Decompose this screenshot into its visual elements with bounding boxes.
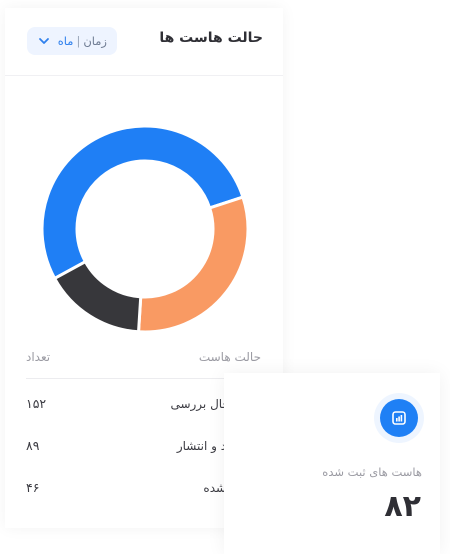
registered-hosts-card: هاست های ثبت شده ۸۲ bbox=[224, 373, 440, 554]
column-header-count: تعداد bbox=[26, 350, 51, 364]
status-count: ۴۶ bbox=[26, 480, 40, 495]
status-count: ۸۹ bbox=[26, 438, 40, 453]
chart-icon bbox=[380, 399, 418, 437]
time-filter-text: زمان|ماه bbox=[58, 34, 107, 48]
donut-slice bbox=[137, 195, 250, 334]
stat-label: هاست های ثبت شده bbox=[322, 465, 422, 479]
page: حالت هاست ها زمان|ماه حالت هاست تعداد در… bbox=[0, 0, 450, 554]
column-header-status: حالت هاست bbox=[198, 350, 261, 364]
donut-slice bbox=[53, 260, 143, 334]
divider bbox=[5, 75, 283, 76]
chevron-down-icon bbox=[39, 38, 49, 44]
time-filter-dropdown[interactable]: زمان|ماه bbox=[27, 27, 117, 55]
time-filter-label: زمان bbox=[83, 34, 107, 48]
card-title: حالت هاست ها bbox=[159, 30, 263, 46]
time-filter-value: ماه bbox=[57, 34, 74, 48]
stat-value: ۸۲ bbox=[384, 489, 421, 524]
chart-icon-glyph bbox=[392, 411, 406, 425]
status-count: ۱۵۲ bbox=[26, 396, 47, 411]
card-header: حالت هاست ها زمان|ماه bbox=[5, 8, 283, 76]
time-filter-separator: | bbox=[76, 34, 81, 48]
status-donut-chart bbox=[40, 124, 250, 334]
